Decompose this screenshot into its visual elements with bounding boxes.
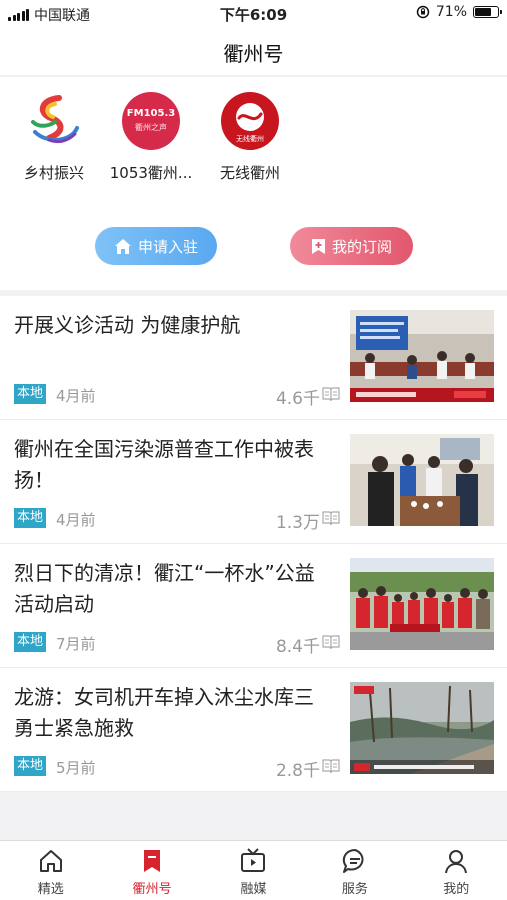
local-tag: 本地 [14, 632, 47, 652]
news-thumbnail [350, 434, 494, 526]
view-count: 8.4千 [275, 637, 320, 657]
tab-featured[interactable]: 精选 [0, 841, 101, 900]
tab-label: 衢州号 [132, 882, 172, 897]
tab-mine[interactable]: 我的 [406, 841, 507, 900]
battery-level [475, 8, 491, 16]
local-tag: 本地 [14, 384, 47, 404]
news-list: 开展义诊活动 为健康护航 本地 4月前 4.6千 衢州在全国污染源普查工作中被表… [0, 296, 507, 792]
news-title: 烈日下的清凉！衢江“一杯水”公益活动启动 [14, 561, 315, 616]
fm-logo-sub: 衢州之声 [135, 123, 167, 132]
view-count: 4.6千 [275, 389, 320, 409]
tab-label: 服务 [341, 882, 368, 897]
news-thumbnail [350, 310, 494, 402]
bookmark-plus-icon [311, 238, 325, 254]
page-title: 衢州号 [223, 42, 284, 66]
tab-media[interactable]: 融媒 [203, 841, 304, 900]
view-count: 1.3万 [275, 513, 320, 533]
news-time: 5月前 [56, 759, 96, 777]
news-time: 4月前 [56, 387, 96, 405]
account-xiangcun[interactable]: 乡村振兴 [4, 92, 104, 183]
news-item[interactable]: 龙游：女司机开车掉入沐尘水库三勇士紧急施救 本地 5月前 2.8千 [0, 668, 507, 792]
account-name: 乡村振兴 [23, 164, 84, 182]
news-thumbnail [350, 558, 494, 650]
news-item[interactable]: 烈日下的清凉！衢江“一杯水”公益活动启动 本地 7月前 8.4千 [0, 544, 507, 668]
home-icon [114, 238, 131, 254]
status-bar: 中国联通 下午6:09 71% [0, 0, 507, 26]
tab-label: 我的 [443, 882, 470, 897]
account-section: 乡村振兴 FM105.3 衢州之声 1053衢州... 无线衢州 无线衢州 申请… [0, 77, 507, 290]
news-item[interactable]: 衢州在全国污染源普查工作中被表扬！ 本地 4月前 1.3万 [0, 420, 507, 544]
chat-icon [342, 848, 364, 873]
tab-service[interactable]: 服务 [304, 841, 405, 900]
user-icon [445, 850, 468, 874]
battery-icon [473, 6, 502, 18]
local-tag: 本地 [14, 756, 47, 776]
apply-join-button[interactable]: 申请入驻 [95, 227, 217, 265]
read-count-icon [322, 759, 340, 774]
account-name: 无线衢州 [219, 164, 280, 182]
tv-icon [241, 848, 266, 872]
account-name: 1053衢州... [109, 164, 193, 182]
my-subscription-button[interactable]: 我的订阅 [290, 227, 413, 265]
read-count-icon [322, 635, 340, 650]
fm1053-logo: FM105.3 衢州之声 [122, 92, 180, 150]
account-wuxian[interactable]: 无线衢州 无线衢州 [200, 92, 300, 183]
news-title: 龙游：女司机开车掉入沐尘水库三勇士紧急施救 [14, 685, 314, 740]
view-count: 2.8千 [275, 761, 320, 781]
home-icon [39, 850, 62, 872]
nav-bar: 衢州号 [0, 26, 507, 76]
rotation-lock-icon [416, 5, 430, 19]
news-time: 4月前 [56, 511, 96, 529]
tab-bar: 精选 衢州号 融媒 服务 我的 [0, 840, 507, 900]
news-title: 衢州在全国污染源普查工作中被表扬！ [14, 437, 314, 492]
read-count-icon [322, 511, 340, 526]
news-time: 7月前 [56, 635, 96, 653]
xiangcun-logo [25, 92, 83, 150]
local-tag: 本地 [14, 508, 47, 528]
tab-quzhou-hao[interactable]: 衢州号 [101, 841, 202, 900]
wuxian-logo-text: 无线衢州 [236, 135, 264, 143]
news-title: 开展义诊活动 为健康护航 [14, 313, 241, 337]
my-subscription-label: 我的订阅 [331, 237, 392, 256]
apply-join-label: 申请入驻 [137, 237, 198, 256]
tab-label: 融媒 [240, 882, 267, 897]
fm-logo-text: FM105.3 [126, 108, 176, 119]
account-fm1053[interactable]: FM105.3 衢州之声 1053衢州... [101, 92, 201, 183]
read-count-icon [322, 387, 340, 402]
news-item[interactable]: 开展义诊活动 为健康护航 本地 4月前 4.6千 [0, 296, 507, 420]
bookmark-icon [144, 850, 161, 872]
tab-label: 精选 [37, 882, 64, 897]
news-thumbnail [350, 682, 494, 774]
battery-percent: 71% [435, 4, 467, 20]
wuxian-logo: 无线衢州 [221, 92, 279, 150]
